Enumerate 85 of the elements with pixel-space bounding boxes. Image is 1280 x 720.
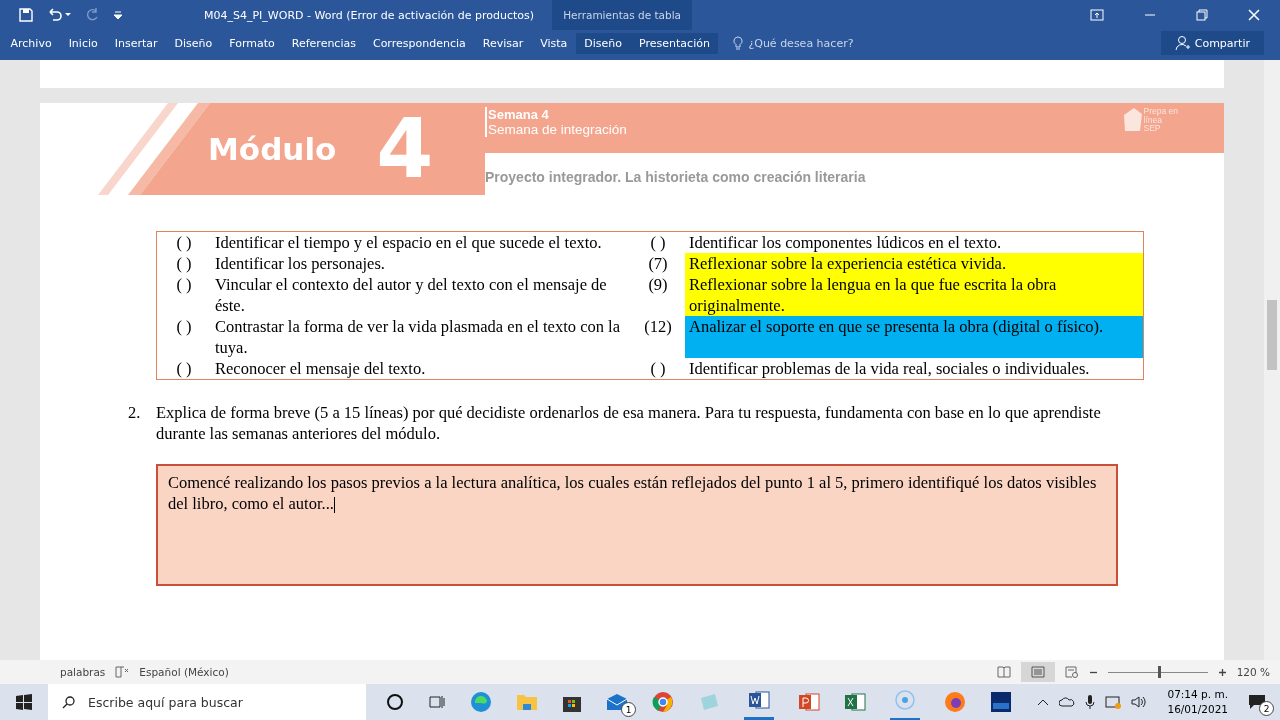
table-cell: Analizar el soporte en que se presenta la obra (digital o físico). — [685, 316, 1144, 358]
project-title: Proyecto integrador. La historieta como creación literaria — [485, 169, 866, 185]
window-title: M04_S4_PI_WORD - Word (Error de activación de productos) — [204, 8, 535, 22]
word-icon[interactable] — [748, 690, 770, 710]
table-cell: Identificar los componentes lúdicos en el texto. — [685, 231, 1144, 253]
customize-icon[interactable] — [112, 9, 124, 21]
share-button[interactable]: Compartir — [1160, 31, 1264, 55]
table-cell: Identificar problemas de la vida real, sociales o individuales. — [685, 358, 1144, 380]
start-icon[interactable] — [16, 694, 32, 710]
table-cell: ( ) — [156, 316, 211, 358]
table-cell-text: Contrastar la forma de ver la vida plasmada en el texto con la tuya. — [214, 316, 621, 358]
dev-app-icon[interactable] — [990, 691, 1012, 713]
taskbar-clock[interactable]: 07:14 p. m. 16/01/2021 — [1167, 687, 1228, 717]
save-icon[interactable] — [18, 7, 34, 23]
table-cell: ( ) — [156, 231, 211, 253]
table-cell: ( ) — [156, 253, 211, 274]
ribbon-tab[interactable]: Formato — [220, 32, 284, 54]
prepa-logo: Prepa en línea SEP — [1121, 107, 1178, 133]
network-icon[interactable] — [1105, 695, 1122, 709]
folder-icon[interactable] — [516, 692, 538, 712]
cortana-icon[interactable] — [386, 693, 404, 711]
notifications-icon[interactable] — [1248, 694, 1266, 710]
firefox-icon[interactable] — [944, 691, 966, 713]
chrome-icon[interactable] — [652, 691, 674, 713]
ribbon-tab[interactable]: Presentación — [630, 32, 719, 54]
notification-badge: 2 — [1259, 701, 1274, 716]
question-number: 2. — [128, 402, 142, 424]
table-cell: ( ) — [156, 358, 211, 380]
search-icon — [62, 695, 76, 709]
module-title: Módulo — [208, 131, 337, 167]
undo-icon[interactable] — [46, 7, 72, 23]
ribbon-tab[interactable]: Archivo — [2, 32, 61, 54]
taskbar-search-field[interactable]: Escribe aquí para buscar — [48, 684, 366, 720]
task-view-icon[interactable] — [428, 693, 446, 711]
week-title: Semana 4 — [488, 107, 550, 122]
table-cell-text: Vincular el contexto del autor y del texto con el mensaje de éste. — [214, 274, 608, 316]
week-subtitle: Semana de integración — [488, 122, 627, 137]
redo-icon[interactable] — [84, 7, 100, 23]
table-cell: Reflexionar sobre la lengua en la que fue escrita la obra originalmente. — [685, 274, 1144, 316]
person-add-icon — [1174, 35, 1191, 51]
table-cell: ( ) — [631, 358, 685, 380]
restore-icon[interactable] — [1196, 9, 1208, 21]
table-cell: (12) — [631, 316, 685, 358]
ribbon-tab[interactable]: Vista — [531, 32, 576, 54]
ribbon-tab[interactable]: Correspondencia — [364, 32, 475, 54]
zoom-in-icon[interactable] — [1217, 667, 1227, 677]
ribbon-tab[interactable]: Inicio — [60, 32, 107, 54]
proofing-icon[interactable] — [115, 666, 130, 678]
table-cell: ( ) — [631, 231, 685, 253]
close-icon[interactable] — [1248, 9, 1260, 21]
cloud-icon[interactable] — [1059, 697, 1076, 707]
zoom-slider[interactable] — [1107, 666, 1208, 678]
ribbon-tab[interactable]: Revisar — [474, 32, 532, 54]
table-cell: Reconocer el mensaje del texto. — [211, 358, 631, 380]
zoom-level[interactable]: 120 % — [1236, 666, 1270, 678]
table-cell: Reflexionar sobre la experiencia estética vivida. — [685, 253, 1144, 274]
table-cell: Identificar el tiempo y el espacio en el que sucede el texto. — [211, 231, 631, 253]
microphone-icon[interactable] — [1085, 694, 1096, 710]
word-count[interactable]: palabras — [60, 666, 106, 678]
lightbulb-icon — [732, 36, 745, 50]
question-text: Explica de forma breve (5 a 15 líneas) por qué decidiste ordenarlos de esa manera. Para tu respuesta, fundamenta con base en lo que aprendiste durante las semanas anteriores del módulo. — [156, 402, 1102, 444]
table-cell: (7) — [631, 253, 685, 274]
ribbon-tab[interactable]: Insertar — [106, 32, 167, 54]
scrollbar[interactable] — [1264, 60, 1280, 660]
mail-badge: 1 — [621, 702, 636, 717]
ribbon-display-icon[interactable] — [1090, 9, 1104, 21]
chevron-up-icon[interactable] — [1037, 698, 1050, 706]
table-cell: (9) — [631, 274, 685, 316]
table-cell: ( ) — [156, 274, 211, 316]
powerpoint-icon[interactable] — [798, 692, 820, 712]
module-number: 4 — [376, 108, 434, 190]
table-cell-text: Identificar los personajes. — [214, 253, 386, 274]
context-tab-group-label: Herramientas de tabla — [563, 9, 682, 21]
ribbon-tab[interactable]: Referencias — [283, 32, 365, 54]
excel-icon[interactable] — [844, 692, 866, 712]
read-mode-icon[interactable] — [996, 666, 1011, 678]
zoom-slider-thumb[interactable] — [1157, 666, 1161, 678]
web-layout-icon[interactable] — [1064, 666, 1079, 678]
ribbon-tab[interactable]: Diseño — [166, 32, 221, 54]
tell-me-field[interactable]: ¿Qué desea hacer? — [748, 36, 854, 50]
browser-icon[interactable] — [470, 691, 492, 713]
ribbon-tab[interactable]: Diseño — [575, 32, 631, 54]
answer-box[interactable]: Comencé realizando los pasos previos a la lectura analítica, los cuales están reflejados del punto 1 al 5, primero identifiqué los datos visibles del libro, como el autor... — [156, 464, 1118, 586]
language-indicator[interactable]: Español (México) — [139, 666, 229, 678]
speaker-icon[interactable] — [1131, 695, 1148, 709]
